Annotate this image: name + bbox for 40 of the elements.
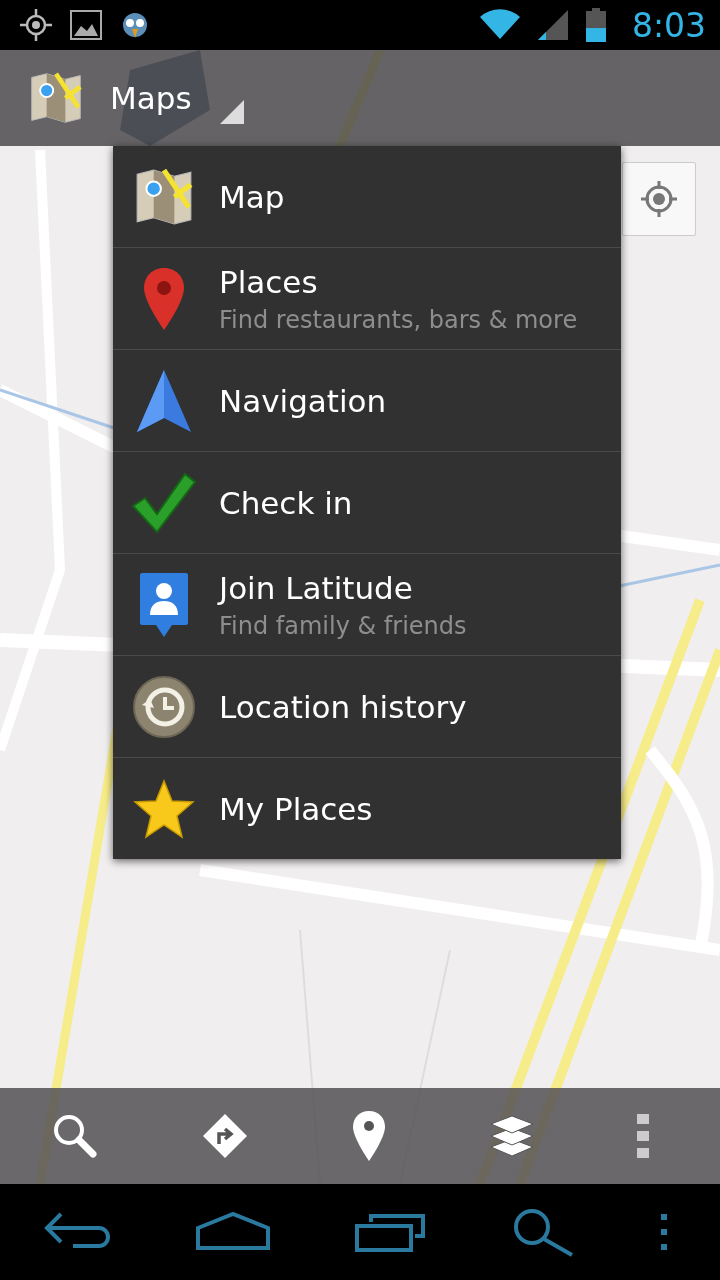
- overflow-icon: [661, 1214, 668, 1250]
- target-icon: [639, 179, 679, 219]
- my-location-button[interactable]: [622, 162, 696, 236]
- app-title-dropdown[interactable]: Maps: [110, 58, 244, 138]
- menu-item[interactable]: Location history: [113, 655, 621, 757]
- battery-icon: [585, 8, 606, 42]
- image-icon: [70, 10, 102, 40]
- menu-item-title: Location history: [219, 688, 467, 725]
- folded-map-icon: [28, 70, 84, 126]
- menu-item[interactable]: Map: [113, 146, 621, 247]
- layers-icon: [489, 1113, 535, 1159]
- menu-item-title: Navigation: [219, 382, 387, 419]
- check-mark-icon: [131, 471, 197, 534]
- menu-item-subtitle: Find family & friends: [219, 611, 467, 640]
- map-pin-icon: [142, 265, 186, 332]
- menu-item-title: Join Latitude: [219, 569, 414, 606]
- menu-item[interactable]: Check in: [113, 451, 621, 553]
- search-icon: [51, 1112, 99, 1160]
- turn-sign-icon: [201, 1112, 249, 1160]
- menu-item-subtitle: Find restaurants, bars & more: [219, 305, 578, 334]
- clock-time: 8:03: [631, 5, 706, 45]
- menu-item-title: My Places: [219, 790, 373, 827]
- caret-icon: [219, 100, 244, 124]
- star-icon: [133, 778, 195, 839]
- person-badge-icon: [138, 570, 190, 639]
- gps-icon: [20, 9, 52, 41]
- signal-icon: [537, 10, 568, 40]
- menu-item[interactable]: Places Find restaurants, bars & more: [113, 247, 621, 349]
- overflow-icon: [637, 1114, 649, 1158]
- map-pin-icon: [351, 1110, 387, 1162]
- clock-history-icon: [132, 674, 196, 739]
- wifi-icon: [479, 9, 520, 41]
- menu-item[interactable]: Navigation: [113, 349, 621, 451]
- menu-item[interactable]: My Places: [113, 757, 621, 859]
- home-icon: [195, 1212, 270, 1252]
- recent-apps-icon: [354, 1212, 427, 1252]
- menu-item-title: Map: [219, 178, 285, 215]
- menu-item-title: Check in: [219, 484, 353, 521]
- menu-item-title: Places: [219, 263, 319, 300]
- menu-item[interactable]: Join Latitude Find family & friends: [113, 553, 621, 655]
